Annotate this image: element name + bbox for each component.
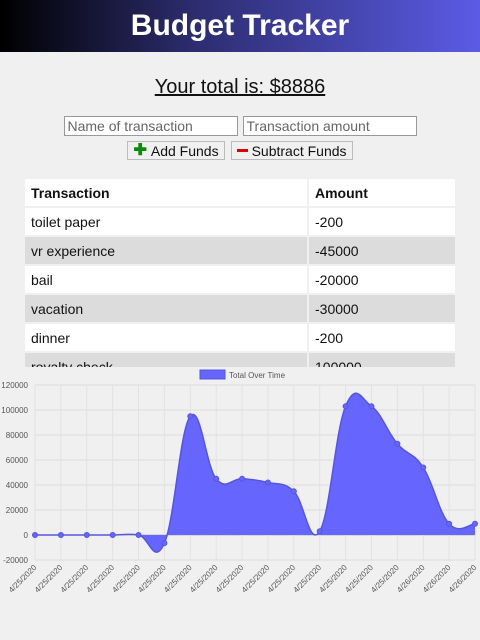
data-point [446, 520, 453, 527]
data-point [342, 403, 349, 410]
data-point [290, 488, 297, 495]
data-point [213, 475, 220, 482]
data-point [135, 532, 142, 538]
data-point [187, 413, 194, 420]
transaction-name-cell: toilet paper [25, 208, 309, 235]
table-header-row: Transaction Amount [25, 179, 455, 206]
transaction-amount-cell: -45000 [309, 237, 455, 264]
subtract-funds-button[interactable]: Subtract Funds [230, 141, 353, 160]
data-point [57, 532, 64, 538]
add-funds-label: Add Funds [150, 142, 219, 159]
button-row: ✚ Add Funds Subtract Funds [0, 141, 480, 160]
data-point [239, 475, 246, 482]
data-point [32, 532, 38, 538]
total-label: Your total is: $8886 [154, 76, 326, 98]
data-point [368, 403, 375, 410]
plus-icon: ✚ [133, 141, 147, 159]
add-funds-button[interactable]: ✚ Add Funds [127, 141, 225, 160]
y-tick-label: 80000 [6, 431, 29, 440]
table-row: bail -20000 [25, 266, 455, 293]
data-point [472, 520, 478, 527]
transactions-table-container[interactable]: Transaction Amount toilet paper -200 vr … [25, 179, 455, 367]
data-point [264, 479, 271, 486]
y-tick-label: -20000 [3, 556, 28, 565]
transaction-amount-cell: -30000 [309, 295, 455, 322]
table-row: vacation -30000 [25, 295, 455, 322]
transaction-name-cell: vacation [25, 295, 309, 322]
data-point [161, 540, 168, 547]
column-header-amount: Amount [309, 179, 455, 206]
app-header: Budget Tracker [0, 0, 480, 52]
y-tick-label: 40000 [6, 481, 29, 490]
legend-swatch [199, 369, 226, 380]
table-row: dinner -200 [25, 324, 455, 351]
total-display: Your total is: $8886 [0, 76, 480, 99]
transaction-amount-input[interactable] [242, 116, 417, 136]
y-tick-label: 20000 [6, 506, 29, 515]
table-row: vr experience -45000 [25, 237, 455, 264]
subtract-funds-label: Subtract Funds [251, 142, 347, 159]
series-area [35, 393, 475, 553]
minus-icon [236, 149, 248, 152]
transaction-amount-cell: -200 [309, 208, 455, 235]
legend-label: Total Over Time [229, 371, 286, 380]
app-title: Budget Tracker [130, 9, 350, 42]
total-over-time-chart: -20000 0 20000 40000 60000 80000 100000 120000 4… [1, 369, 479, 595]
transaction-amount-cell: -20000 [309, 266, 455, 293]
data-point [316, 528, 323, 535]
data-point [420, 464, 427, 471]
x-tick-label: 4/26/2020 [447, 563, 479, 595]
data-point [83, 532, 90, 538]
transaction-name-cell: dinner [25, 324, 309, 351]
y-tick-label: 0 [24, 531, 29, 540]
transactions-table: Transaction Amount toilet paper -200 vr … [25, 179, 455, 367]
transaction-amount-cell: -200 [309, 324, 455, 351]
column-header-transaction: Transaction [25, 179, 309, 206]
y-tick-label: 120000 [1, 381, 28, 390]
y-tick-label: 100000 [1, 406, 28, 415]
transaction-name-cell: bail [25, 266, 309, 293]
y-tick-label: 60000 [6, 456, 29, 465]
data-point [109, 532, 116, 538]
table-row: toilet paper -200 [25, 208, 455, 235]
transaction-name-cell: vr experience [25, 237, 309, 264]
transaction-form [0, 116, 480, 136]
transaction-name-input[interactable] [63, 116, 238, 136]
data-point [394, 440, 401, 447]
